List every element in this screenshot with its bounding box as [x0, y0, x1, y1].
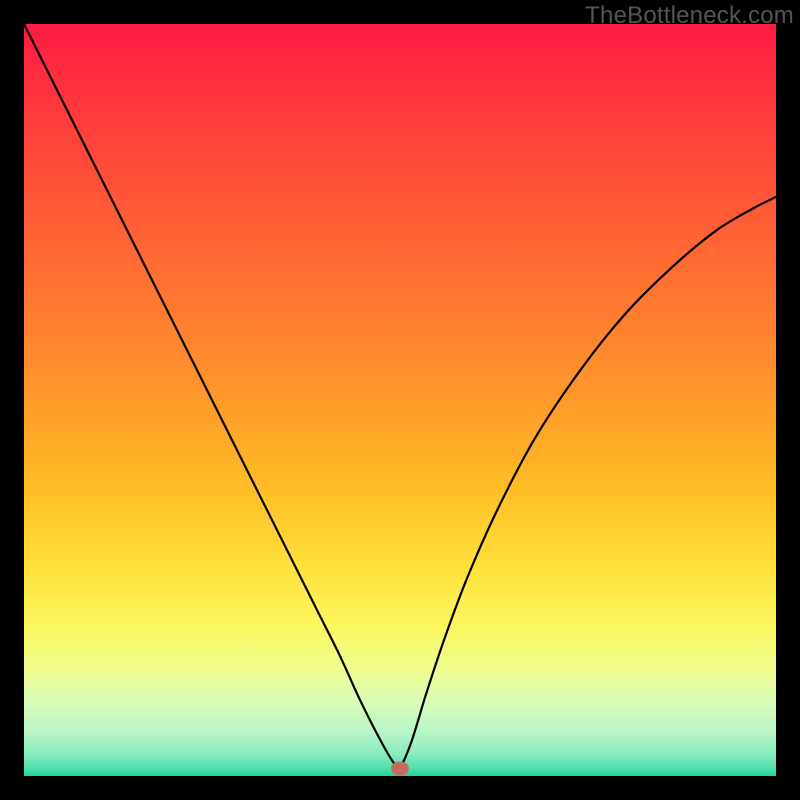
optimal-point-marker [391, 761, 409, 775]
plot-svg [24, 24, 776, 776]
watermark-label: TheBottleneck.com [585, 2, 794, 30]
gradient-background [24, 24, 776, 776]
plot-area [24, 24, 776, 776]
chart-frame: TheBottleneck.com [0, 0, 800, 800]
